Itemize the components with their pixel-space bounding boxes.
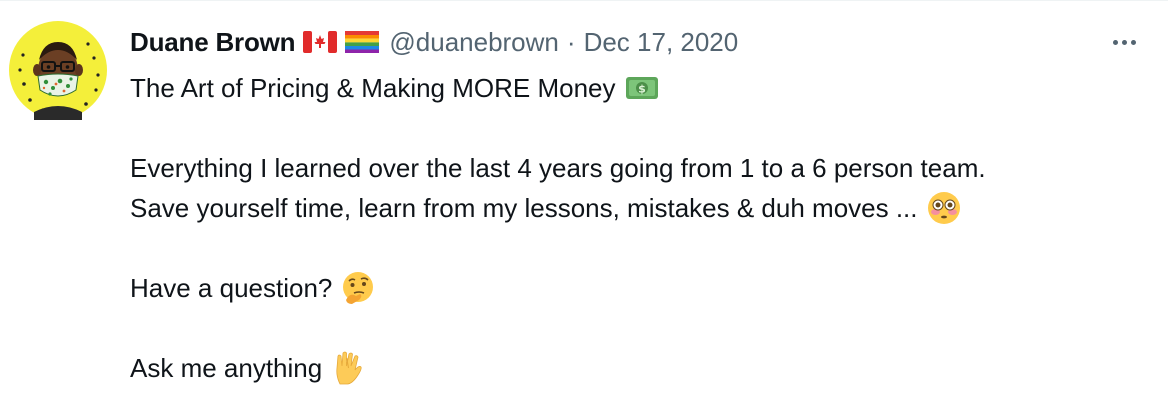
- flushed-face-emoji: [927, 192, 960, 224]
- tweet-date[interactable]: Dec 17, 2020: [584, 27, 739, 58]
- divider: [0, 0, 1168, 1]
- dollar-banknote-emoji: $: [625, 77, 658, 99]
- tweet-line: Have a question?: [130, 268, 1150, 308]
- tweet-ask-text: Ask me anything: [130, 353, 323, 383]
- more-options-button[interactable]: [1104, 26, 1144, 58]
- tweet-line: Save yourself time, learn from my lesson…: [130, 188, 1150, 228]
- tweet-title-text: The Art of Pricing & Making MORE Money: [130, 73, 616, 103]
- handle[interactable]: @duanebrown: [389, 27, 559, 58]
- tweet-body-line-1: Everything I learned over the last 4 yea…: [130, 153, 986, 183]
- tweet-text: The Art of Pricing & Making MORE Money $…: [130, 68, 1150, 388]
- separator-dot: ·: [566, 26, 576, 57]
- thinking-face-emoji: [343, 272, 374, 304]
- tweet-line: Ask me anything: [130, 348, 1150, 388]
- tweet-card[interactable]: Duane Brown @duanebrown · Dec 17, 2020 T…: [0, 0, 1168, 420]
- tweet-body-line-2: Save yourself time, learn from my lesson…: [130, 193, 918, 223]
- display-name[interactable]: Duane Brown: [130, 27, 296, 58]
- canada-flag-icon: [303, 31, 338, 53]
- tweet-header: Duane Brown @duanebrown · Dec 17, 2020: [130, 24, 738, 60]
- avatar[interactable]: [8, 20, 108, 120]
- more-horizontal-icon: [1112, 39, 1118, 45]
- tweet-question-text: Have a question?: [130, 273, 333, 303]
- svg-text:$: $: [638, 83, 646, 96]
- tweet-line: Everything I learned over the last 4 yea…: [130, 148, 1150, 188]
- vulcan-salute-emoji: [336, 351, 362, 385]
- rainbow-flag-icon: [345, 31, 380, 53]
- tweet-line: The Art of Pricing & Making MORE Money $: [130, 68, 1150, 108]
